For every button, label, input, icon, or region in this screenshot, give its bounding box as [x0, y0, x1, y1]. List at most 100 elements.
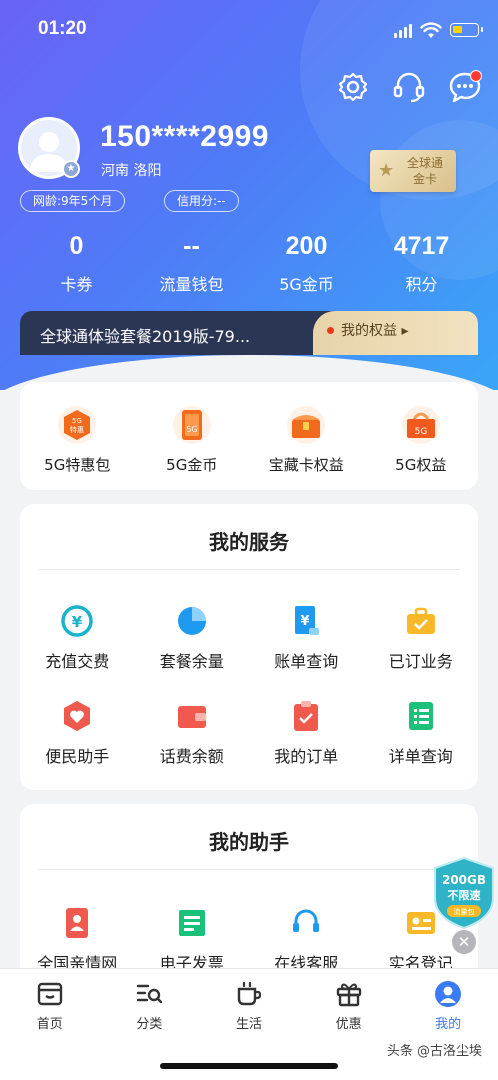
quick-treasure-card[interactable]: 宝藏卡权益 [249, 382, 364, 490]
cup-icon [199, 979, 299, 1009]
services-grid: ¥ 充值交费 套餐余量 ¥ 账单查询 已订业务 便民助手 话费余额 我的订单 详… [20, 570, 478, 774]
assistant-online-service[interactable]: 在线客服 [249, 886, 364, 980]
stat-value: 4717 [393, 232, 450, 260]
5g-rights-icon-text: 5G [414, 427, 427, 437]
5g-discount-icon-line1: 5G [72, 417, 82, 425]
assistant-family-network[interactable]: 全国亲情网 [20, 886, 135, 980]
watermark: 头条 @古洛尘埃 [386, 1044, 482, 1059]
stat-label: 卡券 [60, 275, 93, 294]
stat-coupons[interactable]: 0 卡券 [19, 232, 134, 295]
service-label: 话费余额 [159, 747, 224, 766]
settings-gear-icon[interactable] [334, 68, 372, 106]
red-dot-icon [327, 327, 334, 334]
home-icon [0, 979, 100, 1009]
invoice-icon [175, 906, 209, 940]
status-time: 01:20 [38, 18, 87, 39]
service-package-balance[interactable]: 套餐余量 [135, 584, 250, 679]
promo-badge-line3: 流量包 [454, 907, 475, 916]
stat-points[interactable]: 4717 积分 [364, 232, 479, 295]
user-icon [398, 979, 498, 1009]
service-recharge[interactable]: ¥ 充值交费 [20, 584, 135, 679]
my-assistant-card: 我的助手 全国亲情网 电子发票 在线客服 实名登记 [20, 804, 478, 980]
5g-discount-icon-line2: 特惠 [70, 425, 84, 434]
assistant-grid: 全国亲情网 电子发票 在线客服 实名登记 [20, 870, 478, 980]
close-promo-icon[interactable]: ✕ [452, 930, 476, 954]
5g-coin-icon: 5G [172, 406, 211, 444]
message-bubble-icon[interactable] [446, 68, 484, 106]
my-rights-button[interactable]: 我的权益 ▸ [313, 311, 478, 355]
stat-label: 5G金币 [279, 275, 334, 294]
quick-5g-discount[interactable]: 5G 特惠 5G特惠包 [20, 382, 135, 490]
quick-entries-card: 5G 特惠 5G特惠包 5G 5G金币 宝藏卡权益 5G 5G权益 [20, 382, 478, 490]
treasure-card-icon [287, 406, 326, 444]
service-my-orders[interactable]: 我的订单 [249, 679, 364, 774]
service-label: 账单查询 [274, 652, 339, 671]
quick-label: 宝藏卡权益 [268, 456, 344, 474]
5g-rights-icon: 5G [401, 406, 440, 444]
recharge-icon-glyph: ¥ [72, 613, 83, 631]
section-title: 我的助手 [38, 804, 460, 870]
assistant-e-invoice[interactable]: 电子发票 [135, 886, 250, 980]
tab-label: 我的 [435, 1017, 462, 1032]
stat-5g-coins[interactable]: 200 5G金币 [249, 232, 364, 295]
briefcase-icon [404, 604, 438, 638]
order-icon [289, 699, 323, 733]
notification-dot [470, 70, 482, 82]
service-balance[interactable]: 话费余额 [135, 679, 250, 774]
service-detail-query[interactable]: 详单查询 [364, 679, 479, 774]
wallet-icon [175, 699, 209, 733]
account-stats: 0 卡券 -- 流量钱包 200 5G金币 4717 积分 [0, 232, 498, 295]
stat-label: 积分 [405, 275, 438, 294]
profile-header: 01:20 ★ 150****2999 河南 洛阳 网龄:9年5个月 信用分:-… [0, 0, 498, 390]
bill-icon-glyph: ¥ [301, 614, 310, 629]
membership-card-label: 全球通 金卡 [406, 156, 443, 186]
list-icon [404, 699, 438, 733]
tab-label: 生活 [235, 1017, 262, 1032]
service-label: 已订业务 [388, 652, 453, 671]
5g-coin-icon-text: 5G [186, 425, 197, 434]
credit-score-pill[interactable]: 信用分:-- [164, 190, 239, 212]
signal-icon [394, 24, 412, 38]
promo-badge-line2: 不限速 [448, 888, 481, 902]
heart-shield-icon [60, 699, 94, 733]
headset-icon [289, 906, 323, 940]
my-services-card: 我的服务 ¥ 充值交费 套餐余量 ¥ 账单查询 已订业务 便民助手 话费余额 我… [20, 504, 478, 790]
service-label: 套餐余量 [159, 652, 224, 671]
stat-value: 0 [69, 232, 84, 260]
section-title: 我的服务 [38, 504, 460, 570]
tab-label: 分类 [136, 1017, 163, 1032]
family-icon [60, 906, 94, 940]
promo-badge-line1: 200GB [442, 873, 486, 887]
star-icon: ★ [378, 160, 395, 181]
tab-label: 优惠 [335, 1017, 362, 1032]
floating-promo-badge[interactable]: 200GB 不限速 流量包 [431, 856, 497, 930]
stat-data-wallet[interactable]: -- 流量钱包 [134, 232, 249, 295]
tab-home[interactable]: 首页 [0, 969, 100, 1080]
stat-label: 流量钱包 [159, 275, 224, 294]
service-label: 充值交费 [45, 652, 110, 671]
wifi-icon [420, 22, 442, 38]
home-indicator[interactable] [160, 1063, 338, 1069]
header-actions [334, 68, 484, 106]
recharge-icon: ¥ [60, 604, 94, 638]
service-label: 便民助手 [45, 747, 110, 766]
quick-label: 5G特惠包 [44, 456, 111, 474]
service-helper[interactable]: 便民助手 [20, 679, 135, 774]
service-bill-query[interactable]: ¥ 账单查询 [249, 584, 364, 679]
service-subscribed[interactable]: 已订业务 [364, 584, 479, 679]
quick-5g-rights[interactable]: 5G 5G权益 [364, 382, 479, 490]
gift-icon [299, 979, 399, 1009]
tab-mine[interactable]: 我的 [398, 969, 498, 1080]
current-package-bar[interactable]: 全球通体验套餐2019版-79... 我的权益 ▸ [20, 311, 478, 355]
package-name: 全球通体验套餐2019版-79... [40, 327, 251, 346]
membership-card-badge[interactable]: ★ 全球通 金卡 [370, 150, 456, 192]
category-icon [100, 979, 200, 1009]
my-rights-label: 我的权益 ▸ [341, 323, 409, 339]
customer-service-headset-icon[interactable] [390, 68, 428, 106]
quick-5g-coin[interactable]: 5G 5G金币 [135, 382, 250, 490]
stat-value: -- [183, 232, 200, 260]
stat-value: 200 [285, 232, 328, 260]
bill-icon: ¥ [289, 604, 323, 638]
service-label: 我的订单 [274, 747, 339, 766]
tab-label: 首页 [36, 1017, 63, 1032]
